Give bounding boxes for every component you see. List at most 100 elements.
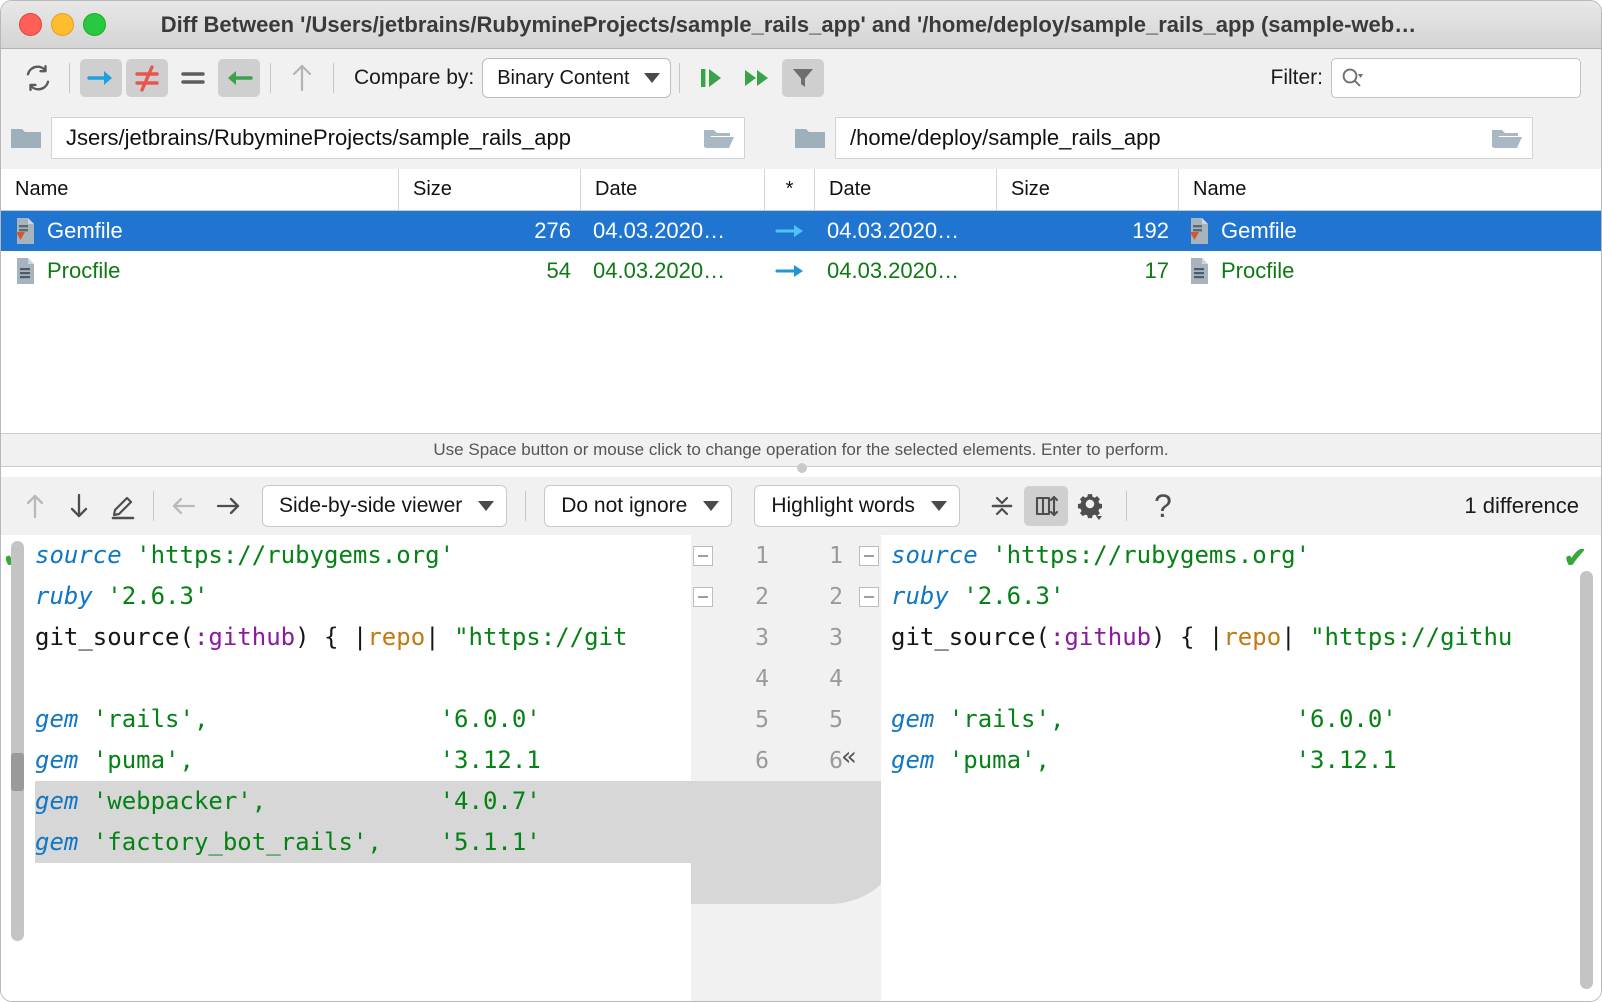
column-header-date-right[interactable]: Date <box>815 169 997 210</box>
collapse-unchanged-button[interactable] <box>980 486 1024 526</box>
right-path-group: /home/deploy/sample_rails_app <box>793 117 1533 159</box>
minimize-button[interactable] <box>51 13 74 36</box>
table-row[interactable]: Gemfile 276 04.03.2020… 04.03.2020… 192 <box>1 211 1601 251</box>
code-line: gem 'factory_bot_rails', '5.1.1' <box>35 822 691 863</box>
show-different-files-button[interactable] <box>126 59 168 97</box>
code-token: :github <box>194 617 295 658</box>
viewer-mode-value: Side-by-side viewer <box>279 494 462 518</box>
file-size-left: 54 <box>399 258 581 284</box>
left-scrollbar-marker[interactable] <box>11 753 24 791</box>
file-date-left: 04.03.2020… <box>581 218 765 244</box>
code-token <box>934 740 948 781</box>
show-equal-files-button[interactable] <box>172 59 214 97</box>
fold-handle-left-2[interactable] <box>693 587 713 607</box>
close-button[interactable] <box>19 13 42 36</box>
synchronize-button[interactable] <box>690 59 732 97</box>
gutter-row: 44 <box>691 658 881 699</box>
code-token: 'https://rubygems.org' <box>136 535 454 576</box>
filter-text-field[interactable] <box>1366 66 1602 91</box>
synchronize-all-button[interactable] <box>736 59 778 97</box>
zoom-button[interactable] <box>83 13 106 36</box>
left-scrollbar-thumb[interactable] <box>11 541 24 941</box>
code-line: git_source(:github) { |repo| "https://gi… <box>35 617 691 658</box>
toolbar-separator-3 <box>333 63 334 93</box>
splitter-handle[interactable] <box>797 463 807 473</box>
apply-to-right-button[interactable] <box>206 486 250 526</box>
code-token <box>978 535 992 576</box>
operation-cell[interactable] <box>765 221 815 241</box>
code-token <box>78 699 92 740</box>
column-header-size-left[interactable]: Size <box>399 169 581 210</box>
column-header-operation[interactable]: * <box>765 169 815 210</box>
diff-toolbar: Side-by-side viewer Do not ignore Highli… <box>1 477 1601 535</box>
table-row[interactable]: Procfile 54 04.03.2020… 04.03.2020… 17 <box>1 251 1601 291</box>
line-number-left: 6 <box>691 740 783 781</box>
code-token: 'puma', <box>949 740 1050 781</box>
code-token: | <box>425 617 454 658</box>
chevron-down-icon <box>478 501 494 511</box>
code-token: 'factory_bot_rails', <box>93 822 382 863</box>
merge-button[interactable] <box>281 59 323 97</box>
right-path-field[interactable]: /home/deploy/sample_rails_app <box>835 117 1533 159</box>
settings-button[interactable] <box>1068 486 1112 526</box>
fold-handle-right-2[interactable] <box>859 587 879 607</box>
previous-difference-button[interactable] <box>13 486 57 526</box>
next-difference-button[interactable] <box>57 486 101 526</box>
highlight-mode-dropdown[interactable]: Highlight words <box>754 485 960 527</box>
code-token: '5.1.1' <box>440 822 541 863</box>
code-token: 'https://rubygems.org' <box>992 535 1310 576</box>
code-token: gem <box>891 740 934 781</box>
filter-input[interactable] <box>1331 58 1581 98</box>
refresh-button[interactable] <box>17 59 59 97</box>
code-token: '3.12.1 <box>1296 740 1397 781</box>
apply-to-left-button[interactable] <box>162 486 206 526</box>
revert-chevrons-icon[interactable]: « <box>841 742 857 772</box>
ruby-gemfile-icon-right <box>1187 216 1211 246</box>
highlight-mode-value: Highlight words <box>771 494 915 518</box>
fold-handle-left-1[interactable] <box>693 546 713 566</box>
gear-icon <box>1075 491 1105 521</box>
open-folder-icon-right[interactable] <box>1490 124 1524 152</box>
filter-label: Filter: <box>1271 66 1324 90</box>
code-token: source <box>891 535 978 576</box>
code-line: gem 'rails', '6.0.0' <box>35 699 691 740</box>
column-header-name-left[interactable]: Name <box>1 169 399 210</box>
synchronize-scroll-button[interactable] <box>1024 486 1068 526</box>
left-code-pane[interactable]: ✔ source 'https://rubygems.org'ruby '2.6… <box>1 535 692 1001</box>
code-line: source 'https://rubygems.org' <box>35 535 691 576</box>
operation-cell[interactable] <box>765 261 815 281</box>
show-new-files-button[interactable] <box>80 59 122 97</box>
ignore-mode-dropdown[interactable]: Do not ignore <box>544 485 732 527</box>
fast-forward-icon <box>742 65 772 91</box>
window-controls <box>19 13 106 36</box>
fold-handle-right-1[interactable] <box>859 546 879 566</box>
line-number-left: 4 <box>691 658 783 699</box>
file-date-left: 04.03.2020… <box>581 258 765 284</box>
code-token: "https://githu <box>1310 617 1512 658</box>
code-token: 'rails', <box>93 699 209 740</box>
gutter-row: 55 <box>691 699 881 740</box>
right-code-pane[interactable]: source 'https://rubygems.org'ruby '2.6.3… <box>881 535 1601 1001</box>
compare-by-dropdown[interactable]: Binary Content <box>482 58 670 98</box>
left-path-value: Jsers/jetbrains/RubymineProjects/sample_… <box>66 125 571 151</box>
code-token <box>93 576 107 617</box>
file-size-left: 276 <box>399 218 581 244</box>
column-header-date-left[interactable]: Date <box>581 169 765 210</box>
code-token: '2.6.3' <box>107 576 208 617</box>
open-folder-icon[interactable] <box>702 124 736 152</box>
right-scrollbar-thumb[interactable] <box>1580 571 1593 989</box>
code-token: 'puma', <box>93 740 194 781</box>
right-vertical-scrollbar[interactable] <box>1580 571 1593 989</box>
edit-source-button[interactable] <box>101 486 145 526</box>
column-header-name-right[interactable]: Name <box>1179 169 1599 210</box>
viewer-mode-dropdown[interactable]: Side-by-side viewer <box>262 485 507 527</box>
show-missing-files-button[interactable] <box>218 59 260 97</box>
filter-button[interactable] <box>782 59 824 97</box>
column-header-size-right[interactable]: Size <box>997 169 1179 210</box>
arrow-left-green-icon <box>224 65 254 91</box>
line-number-right: 6 <box>783 740 849 781</box>
help-button[interactable]: ? <box>1141 486 1185 526</box>
left-path-field[interactable]: Jsers/jetbrains/RubymineProjects/sample_… <box>51 117 745 159</box>
left-code-lines: source 'https://rubygems.org'ruby '2.6.3… <box>35 535 691 863</box>
diff-toolbar-separator-3 <box>1126 491 1127 521</box>
